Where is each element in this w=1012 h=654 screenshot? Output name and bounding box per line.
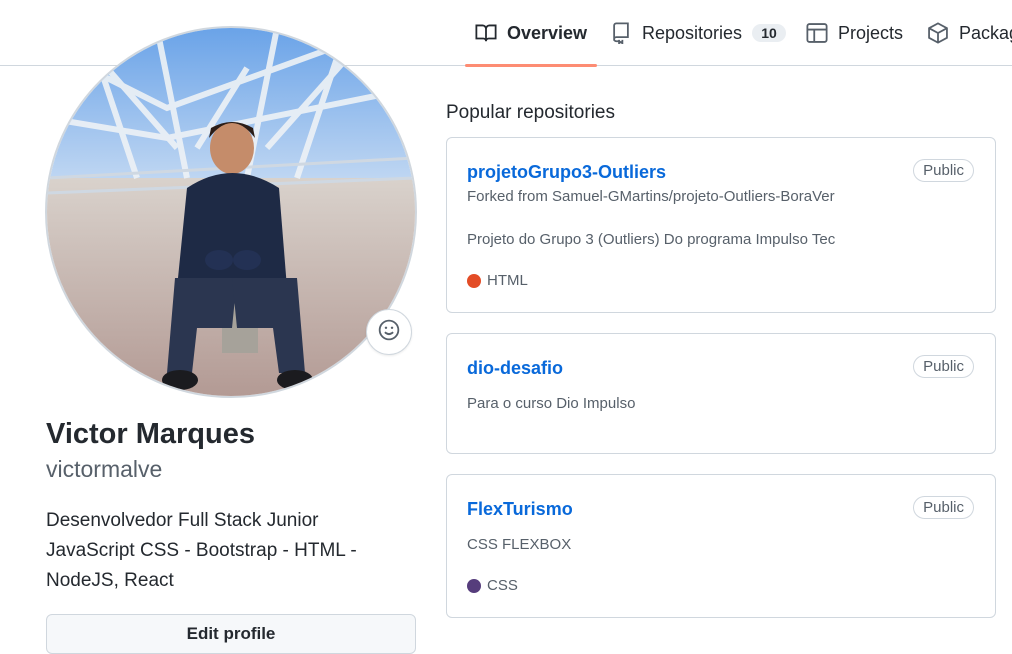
- forked-from-text[interactable]: Forked from Samuel-GMartins/projeto-Outl…: [467, 188, 835, 205]
- repo-language: CSS: [467, 577, 518, 594]
- repo-card: dio-desafio Public Para o curso Dio Impu…: [446, 333, 996, 454]
- bio-line: Desenvolvedor Full Stack Junior: [46, 510, 319, 531]
- bio-line: JavaScript CSS - Bootstrap - HTML -: [46, 540, 357, 561]
- repo-icon: [610, 22, 632, 44]
- visibility-badge: Public: [913, 496, 974, 519]
- tab-projects[interactable]: Projects: [806, 0, 903, 66]
- profile-name: Victor Marques: [46, 418, 255, 450]
- repo-description: Para o curso Dio Impulso: [467, 395, 636, 412]
- tab-packages-label: Packag: [959, 22, 1012, 43]
- visibility-badge: Public: [913, 355, 974, 378]
- avatar[interactable]: [45, 26, 417, 398]
- visibility-badge: Public: [913, 159, 974, 182]
- book-icon: [475, 22, 497, 44]
- popular-repositories-title: Popular repositories: [446, 102, 615, 123]
- edit-profile-button[interactable]: Edit profile: [46, 614, 416, 654]
- bio-line: NodeJS, React: [46, 570, 174, 591]
- repo-card: FlexTurismo Public CSS FLEXBOX CSS: [446, 474, 996, 618]
- repo-description: CSS FLEXBOX: [467, 536, 572, 553]
- set-status-button[interactable]: [366, 309, 412, 355]
- tab-repositories-label: Repositories: [642, 22, 743, 43]
- language-color-dot: [467, 273, 481, 288]
- package-icon: [927, 22, 949, 44]
- language-label: HTML: [487, 272, 528, 289]
- repo-description: Projeto do Grupo 3 (Outliers) Do program…: [467, 231, 836, 248]
- repo-card: projetoGrupo3-Outliers Public Forked fro…: [446, 137, 996, 313]
- repo-link[interactable]: projetoGrupo3-Outliers: [467, 162, 666, 183]
- tab-repositories[interactable]: Repositories 10: [610, 0, 787, 66]
- repo-link[interactable]: dio-desafio: [467, 358, 563, 379]
- smiley-icon: [378, 319, 400, 346]
- repo-link[interactable]: FlexTurismo: [467, 499, 573, 520]
- tab-overview-label: Overview: [507, 22, 588, 43]
- tab-overview[interactable]: Overview: [464, 0, 598, 67]
- avatar-photo: [47, 28, 415, 396]
- repo-language: HTML: [467, 272, 528, 289]
- table-icon: [806, 22, 828, 44]
- tab-packages[interactable]: Packag: [927, 0, 1012, 66]
- profile-login: victormalve: [46, 456, 163, 482]
- tab-projects-label: Projects: [838, 22, 904, 43]
- language-color-dot: [467, 578, 481, 593]
- language-label: CSS: [487, 577, 518, 594]
- profile-bio: Desenvolvedor Full Stack Junior JavaScri…: [46, 506, 386, 596]
- repositories-count-badge: 10: [752, 24, 787, 42]
